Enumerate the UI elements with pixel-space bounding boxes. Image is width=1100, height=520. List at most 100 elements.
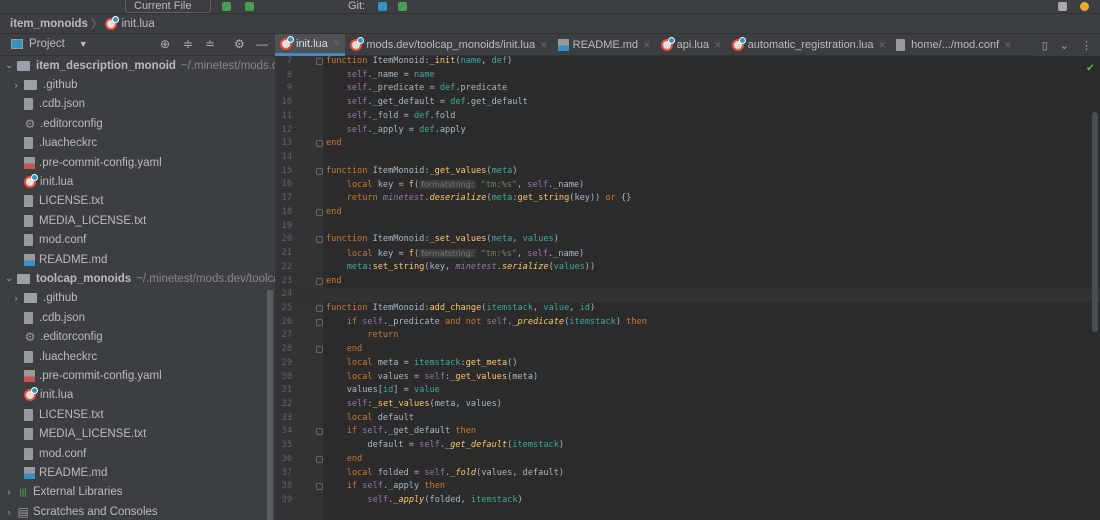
- tree-item[interactable]: LICENSE.txt: [0, 192, 275, 211]
- tree-item[interactable]: README.md: [0, 250, 275, 269]
- tab-1[interactable]: mods.dev/toolcap_monoids/init.lua ✕: [345, 34, 552, 56]
- text-file-icon: [24, 350, 33, 363]
- code-token: function: [326, 56, 373, 66]
- close-icon[interactable]: ✕: [879, 40, 887, 51]
- breadcrumb-file[interactable]: init.lua: [121, 18, 154, 30]
- project-panel-header: Project ▼ ⊕ ≑ ≐ ⚙ —: [0, 34, 275, 56]
- fold-marker-icon[interactable]: [316, 304, 323, 312]
- tree-item[interactable]: ⌄ toolcap_monoids ~/.minetest/mods.dev/too…: [0, 269, 275, 288]
- tab-2[interactable]: README.md ✕: [553, 34, 656, 56]
- notification-icon[interactable]: [1080, 2, 1089, 11]
- tree-item[interactable]: ⌄ item_description_monoid ~/.minetest/mods…: [0, 56, 275, 75]
- code-token: values: [553, 261, 585, 272]
- lua-icon: [24, 387, 38, 402]
- tab-0[interactable]: init.lua ✕: [275, 34, 346, 56]
- chevron-right-icon[interactable]: ›: [10, 80, 22, 90]
- breadcrumb-project[interactable]: item_monoids: [10, 18, 88, 30]
- tree-item[interactable]: .pre-commit-config.yaml: [0, 153, 275, 172]
- fold-marker-icon[interactable]: [316, 140, 323, 148]
- tree-item[interactable]: .cdb.json: [0, 308, 275, 327]
- tree-item[interactable]: .luacheckrc: [0, 134, 275, 153]
- line-number: 17: [281, 193, 292, 204]
- recent-files-icon[interactable]: ▯: [1042, 39, 1048, 52]
- close-icon[interactable]: ✕: [1004, 40, 1012, 51]
- hide-icon[interactable]: —: [256, 37, 268, 51]
- close-icon[interactable]: ✕: [643, 40, 651, 51]
- expand-all-icon[interactable]: ≑: [183, 37, 193, 51]
- code-text: default = self._get_default(itemstack): [326, 439, 564, 453]
- fold-marker-icon[interactable]: [316, 58, 323, 65]
- chevron-right-icon[interactable]: ›: [3, 487, 15, 497]
- tree-item[interactable]: init.lua: [0, 172, 275, 191]
- code-token: {}: [621, 193, 632, 204]
- tree-item[interactable]: MEDIA_LICENSE.txt: [0, 211, 275, 230]
- chevron-down-icon[interactable]: ⌄: [3, 273, 15, 284]
- close-icon[interactable]: ✕: [333, 38, 341, 49]
- run-icon[interactable]: [222, 2, 231, 11]
- more-icon[interactable]: ⋮: [1081, 39, 1092, 52]
- no-problems-check-icon[interactable]: ✔: [1087, 60, 1094, 74]
- run-config-dropdown[interactable]: Current File: [125, 0, 211, 13]
- markdown-icon: [24, 253, 35, 266]
- tree-item[interactable]: › ▤ Scratches and Consoles: [0, 502, 275, 520]
- tree-item[interactable]: init.lua: [0, 386, 275, 405]
- tab-5[interactable]: home/.../mod.conf ✕: [891, 34, 1017, 56]
- close-icon[interactable]: ✕: [540, 40, 548, 51]
- fold-marker-icon[interactable]: [316, 318, 323, 326]
- line-number: 23: [281, 275, 292, 286]
- tab-label: home/.../mod.conf: [911, 39, 1000, 51]
- code-editor[interactable]: 7 function ItemMonoid:_init(name, def) 8 s…: [275, 56, 1100, 520]
- editor-scrollbar[interactable]: [1092, 112, 1098, 332]
- tab-4[interactable]: automatic_registration.lua ✕: [727, 34, 892, 56]
- fold-marker-icon[interactable]: [316, 428, 323, 436]
- code-token: itemstack: [486, 302, 534, 313]
- fold-marker-icon[interactable]: [316, 277, 323, 285]
- code-text: local key = f(formatstring: "tm:%s", sel…: [326, 247, 584, 262]
- tree-item[interactable]: .luacheckrc: [0, 347, 275, 366]
- project-view-selector[interactable]: Project ▼: [11, 38, 88, 50]
- code-token: self: [346, 110, 368, 121]
- tree-item[interactable]: .pre-commit-config.yaml: [0, 366, 275, 385]
- tree-item[interactable]: LICENSE.txt: [0, 405, 275, 424]
- code-token: itemstack: [569, 316, 616, 327]
- fold-marker-icon[interactable]: [316, 483, 323, 491]
- tree-item[interactable]: › ||| External Libraries: [0, 483, 275, 502]
- git-update-icon[interactable]: [378, 2, 387, 11]
- tree-item[interactable]: › .github: [0, 289, 275, 308]
- code-line: 25 function ItemMonoid:add_change(itemsta…: [275, 302, 1100, 316]
- tab-3[interactable]: api.lua ✕: [656, 34, 727, 56]
- tree-item[interactable]: mod.conf: [0, 231, 275, 250]
- fold-marker-icon[interactable]: [316, 236, 323, 244]
- tree-item-label: init.lua: [40, 176, 74, 189]
- chevron-right-icon[interactable]: ›: [10, 293, 22, 303]
- fold-marker-icon[interactable]: [316, 208, 323, 216]
- search-icon[interactable]: [1058, 2, 1067, 11]
- tree-item[interactable]: MEDIA_LICENSE.txt: [0, 424, 275, 443]
- tree-item[interactable]: › .github: [0, 75, 275, 94]
- chevron-down-icon[interactable]: ⌄: [3, 60, 15, 71]
- locate-icon[interactable]: ⊕: [160, 37, 170, 51]
- code-token: _get_default: [445, 440, 508, 451]
- fold-marker-icon[interactable]: [316, 455, 323, 463]
- tree-item[interactable]: ⚙ .editorconfig: [0, 327, 275, 346]
- sidebar-scrollbar[interactable]: [267, 290, 273, 520]
- chevron-right-icon[interactable]: ›: [3, 507, 15, 517]
- tree-item[interactable]: ⚙ .editorconfig: [0, 114, 275, 133]
- close-icon[interactable]: ✕: [714, 40, 722, 51]
- debug-icon[interactable]: [245, 2, 254, 11]
- gear-icon[interactable]: ⚙: [234, 37, 245, 51]
- fold-marker-icon[interactable]: [316, 346, 323, 354]
- tree-item[interactable]: README.md: [0, 463, 275, 482]
- git-commit-icon[interactable]: [398, 2, 407, 11]
- code-token: local: [346, 371, 378, 382]
- line-number: 29: [281, 357, 292, 368]
- tree-item[interactable]: mod.conf: [0, 444, 275, 463]
- tree-item[interactable]: .cdb.json: [0, 95, 275, 114]
- chevron-down-icon[interactable]: ⌄: [1060, 39, 1069, 52]
- collapse-all-icon[interactable]: ≐: [205, 37, 215, 51]
- code-token: ._apply =: [367, 124, 420, 135]
- code-token: deserialize: [429, 193, 487, 204]
- fold-marker-icon[interactable]: [316, 167, 323, 175]
